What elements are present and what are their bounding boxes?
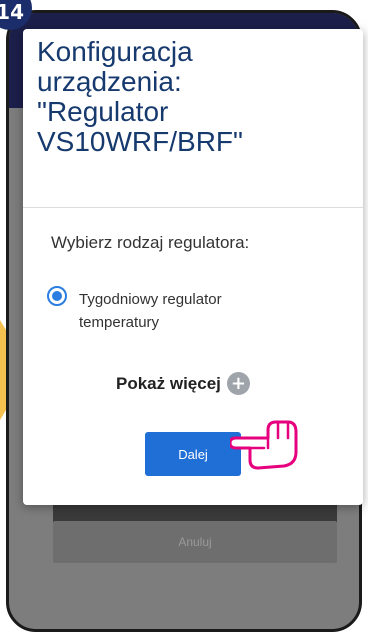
dialog-divider [23, 207, 363, 208]
dialog-title: Konfiguracja urządzenia: "Regulator VS10… [37, 36, 243, 157]
cancel-button[interactable]: Anuluj [53, 521, 337, 563]
next-button[interactable]: Dalej [145, 432, 241, 476]
configuration-dialog: Konfiguracja urządzenia: "Regulator VS10… [23, 29, 363, 505]
weekly-regulator-label[interactable]: Tygodniowy regulator temperatury [79, 288, 279, 334]
pointing-hand-icon [230, 420, 298, 470]
next-button-label: Dalej [178, 446, 208, 462]
show-more-label: Pokaż więcej [116, 373, 221, 393]
step-number: 14 [0, 0, 24, 24]
cancel-button-label: Anuluj [178, 535, 212, 549]
weekly-regulator-radio[interactable] [47, 286, 67, 306]
dialog-subtitle: Wybierz rodzaj regulatora: [51, 233, 250, 252]
